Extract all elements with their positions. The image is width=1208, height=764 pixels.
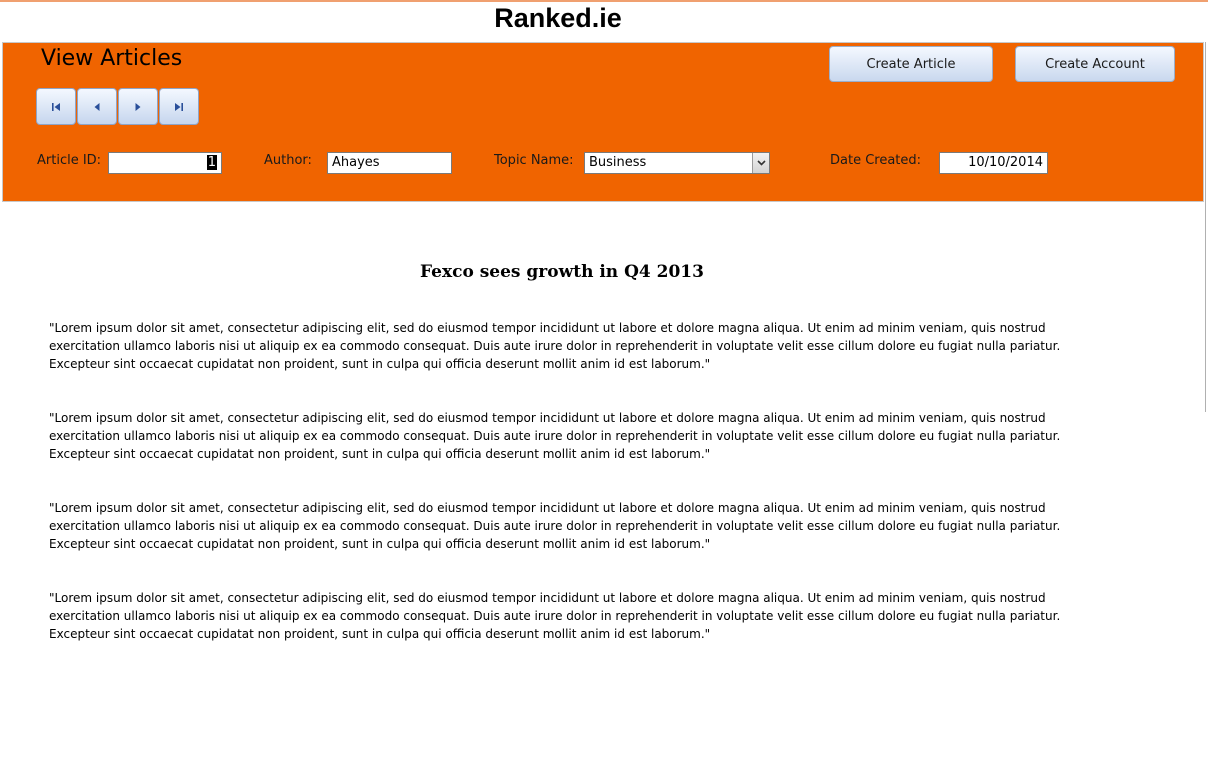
next-record-icon	[135, 102, 141, 111]
chevron-down-icon	[756, 160, 766, 166]
topic-name-label: Topic Name:	[494, 153, 574, 168]
create-account-button[interactable]: Create Account	[1015, 46, 1175, 82]
right-divider	[1205, 42, 1206, 412]
article-title: Fexco sees growth in Q4 2013	[420, 262, 704, 282]
date-created-label: Date Created:	[830, 153, 922, 168]
previous-record-icon	[94, 102, 100, 111]
create-article-button[interactable]: Create Article	[829, 46, 993, 82]
author-field[interactable]: Ahayes	[327, 152, 452, 174]
article-id-label: Article ID:	[37, 153, 102, 168]
topic-name-select[interactable]: Business	[584, 152, 770, 174]
page-heading: View Articles	[41, 46, 183, 71]
form-header: View Articles Create Article Create Acco…	[2, 42, 1204, 202]
topic-name-value: Business	[589, 155, 647, 170]
article-paragraph: "Lorem ipsum dolor sit amet, consectetur…	[49, 321, 1061, 371]
author-label: Author:	[264, 153, 312, 168]
last-record-button[interactable]	[159, 88, 199, 125]
article-id-field[interactable]: 1	[108, 152, 222, 174]
next-record-button[interactable]	[118, 88, 158, 125]
previous-record-button[interactable]	[77, 88, 117, 125]
article-paragraph: "Lorem ipsum dolor sit amet, consectetur…	[49, 591, 1061, 641]
article-paragraph: "Lorem ipsum dolor sit amet, consectetur…	[49, 411, 1061, 461]
article-paragraph: "Lorem ipsum dolor sit amet, consectetur…	[49, 501, 1061, 551]
record-navigation	[36, 88, 200, 125]
site-title: Ranked.ie	[494, 3, 622, 33]
date-created-field[interactable]: 10/10/2014	[939, 152, 1048, 174]
dropdown-button[interactable]	[752, 153, 769, 173]
last-record-icon	[175, 102, 183, 111]
first-record-icon	[52, 102, 60, 111]
first-record-button[interactable]	[36, 88, 76, 125]
top-border-line	[0, 0, 1208, 2]
article-id-value: 1	[206, 155, 217, 170]
